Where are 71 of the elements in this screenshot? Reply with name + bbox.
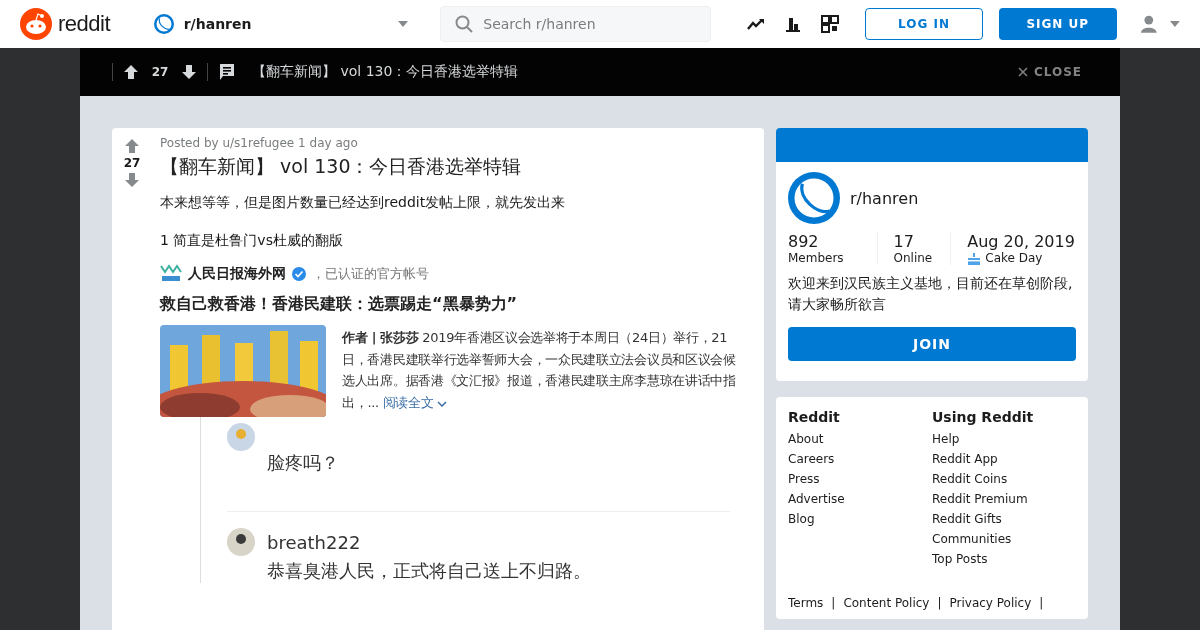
footer-link[interactable]: Terms: [788, 595, 824, 611]
stat-value: 892: [788, 232, 820, 251]
comment-username: breath222: [267, 532, 362, 553]
stat-value: Aug 20, 2019: [967, 232, 1076, 251]
community-icon: [153, 14, 174, 34]
user-icon[interactable]: [1138, 14, 1159, 34]
footer-link[interactable]: Reddit Premium: [932, 491, 1076, 507]
comment-text: 脸疼吗？: [267, 451, 339, 475]
footer-link[interactable]: Top Posts: [932, 551, 1076, 567]
article-summary: 作者 | 张莎莎 2019年香港区议会选举将于本周日（24日）举行，21日，香港民建联举行选举誓师大会，一众民建联立法会议员和区议会候选人出席。据香港《文汇报》报道，香港民建联主席李慧琼在讲话中指出，... 阅读全文: [342, 329, 737, 412]
separator: |: [937, 596, 942, 610]
caret-icon[interactable]: [1170, 21, 1180, 27]
footer-link[interactable]: Blog: [788, 511, 932, 527]
avatar-icon: [227, 423, 255, 451]
chevron-down-icon: [437, 400, 448, 407]
stat-label: Online: [893, 251, 933, 265]
separator: |: [1039, 596, 1044, 610]
post-title: 【翻车新闻】 vol 130：今日香港选举特辑: [160, 154, 523, 179]
post-meta: Posted by u/s1refugee 1 day ago: [160, 136, 359, 150]
comment-text: 恭喜臭港人民，正式将自己送上不归路。: [267, 559, 591, 583]
logo-text[interactable]: reddit: [58, 11, 111, 37]
search-input[interactable]: Search r/hanren: [481, 15, 697, 33]
post-text: 1 简直是杜鲁门vs杜威的翻版: [160, 232, 344, 250]
search-field[interactable]: Search r/hanren: [440, 6, 712, 42]
stat-value: 17: [893, 232, 915, 251]
log-in-button[interactable]: LOG IN: [865, 8, 983, 40]
stat-label: Cake Day: [985, 251, 1043, 265]
account-name: 人民日报海外网: [188, 265, 286, 283]
community-name[interactable]: r/hanren: [183, 16, 389, 32]
stat-label: Members: [788, 251, 844, 265]
logo-icon[interactable]: [20, 8, 52, 40]
cake-icon: [967, 251, 982, 265]
vote-count: 27: [123, 156, 141, 170]
footer-link[interactable]: Reddit App: [932, 451, 1076, 467]
article-headline: 救自己救香港！香港民建联：选票踢走“黑暴势力”: [160, 294, 519, 315]
search-icon: [455, 15, 474, 33]
avatar-icon: [227, 528, 255, 556]
footer-link[interactable]: Privacy Policy: [949, 595, 1032, 611]
read-more-link[interactable]: 阅读全文: [382, 394, 448, 410]
site-logo-icon: [160, 264, 182, 284]
community-description: 欢迎来到汉民族主义基地，目前还在草创阶段,请大家畅所欲言: [788, 274, 1074, 314]
downvote-icon[interactable]: [181, 64, 197, 80]
close-icon: [1017, 67, 1028, 77]
verified-note: ，已认证的官方帐号: [312, 265, 429, 283]
footer-link[interactable]: About: [788, 431, 932, 447]
trending-icon[interactable]: [747, 18, 766, 30]
upvote-icon[interactable]: [123, 64, 139, 80]
post-title: 【翻车新闻】 vol 130：今日香港选举特辑: [252, 63, 520, 81]
post-text: 本来想等等，但是图片数量已经达到reddit发帖上限，就先发出来: [160, 194, 567, 212]
footer-link[interactable]: Communities: [932, 531, 1076, 547]
join-button[interactable]: JOIN: [788, 327, 1076, 361]
bar-chart-icon[interactable]: [785, 16, 802, 32]
comment-icon: [218, 63, 236, 81]
close-button[interactable]: CLOSE: [1011, 64, 1088, 80]
verified-icon: [292, 267, 306, 281]
footer-link[interactable]: Content Policy: [843, 595, 930, 611]
grid-icon[interactable]: [821, 15, 840, 33]
sign-up-button[interactable]: SIGN UP: [998, 8, 1117, 40]
community-name[interactable]: r/hanren: [850, 188, 919, 208]
footer-link[interactable]: Reddit Gifts: [932, 511, 1076, 527]
caret-icon[interactable]: [398, 21, 409, 27]
footer-link[interactable]: Reddit Coins: [932, 471, 1076, 487]
footer-heading: Using Reddit: [932, 409, 1035, 425]
community-icon: [788, 172, 840, 224]
footer-heading: Reddit: [788, 409, 841, 425]
footer-link[interactable]: Advertise: [788, 491, 932, 507]
separator: |: [831, 596, 836, 610]
vote-count: 27: [150, 65, 170, 79]
footer-link[interactable]: Careers: [788, 451, 932, 467]
footer-link[interactable]: Press: [788, 471, 932, 487]
footer-link[interactable]: Help: [932, 431, 1076, 447]
